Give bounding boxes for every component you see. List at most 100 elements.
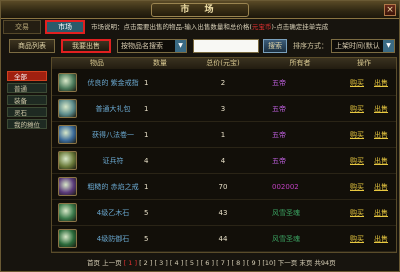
item-list-button[interactable]: 商品列表 [9,39,55,53]
chevron-down-icon: ▼ [175,40,186,52]
item-name: 优良的 紫金戒指 [87,79,139,87]
hint-text-before: 市场说明：点击需要出售的物品-输入出售数量和总价格( [91,23,252,31]
item-owner: 风雪圣魂 [272,209,300,217]
item-price: 4 [220,157,226,165]
toolbar: 商品列表 我要出售 按物品名搜索 ▼ 搜索 排序方式： 上架时间(默认 ▼ [3,37,397,55]
title-bar: 市 场 × [1,1,399,19]
jade-stone-icon [58,99,77,118]
header-item: 物品 [90,59,104,67]
blue-orb-icon [58,125,77,144]
sidebar-item-all[interactable]: 全部 [7,71,47,81]
header-op: 操作 [357,59,371,67]
hint-currency: 元宝币 [251,23,272,31]
pager-next[interactable]: 下一页 [278,259,298,267]
sidebar-item-normal[interactable]: 普通 [7,83,47,93]
item-name: 证兵符 [102,157,124,165]
item-qty: 5 [144,235,149,243]
market-hint: 市场说明：点击需要出售的物品-输入出售数量和总价格(元宝币)-点击确定挂单完成 [91,21,391,33]
table-row[interactable]: 4级防御石 5 44 风雪圣魂 购买 出售 [52,226,396,252]
green-book-icon [58,73,77,92]
sort-label: 排序方式： [293,42,328,50]
sidebar-item-equipment[interactable]: 装备 [7,95,47,105]
item-name: 4级防御石 [96,235,130,243]
item-qty: 1 [144,79,149,87]
buy-link[interactable]: 购买 [348,70,366,96]
table-row[interactable]: 优良的 紫金戒指 1 2 五帝 购买 出售 [52,70,396,96]
sell-button[interactable]: 我要出售 [61,39,111,53]
item-qty: 1 [144,105,149,113]
item-price: 44 [218,235,228,243]
scroll-icon [58,151,77,170]
header-price: 总价(元宝) [206,59,240,67]
tab-row: 交易 市场 市场说明：点击需要出售的物品-输入出售数量和总价格(元宝币)-点击确… [3,20,397,34]
pager-total: 共94页 [314,259,336,267]
pager-current[interactable]: [ 1 ] [124,259,137,267]
buy-link[interactable]: 购买 [348,174,366,200]
buy-link[interactable]: 购买 [348,148,366,174]
hint-text-after: )-点击确定挂单完成 [271,23,329,31]
item-owner: 002002 [272,183,299,191]
search-input[interactable] [193,39,259,53]
item-name: 4级乙木石 [96,209,130,217]
tab-market[interactable]: 市场 [45,20,85,34]
sell-link[interactable]: 出售 [372,70,390,96]
buy-link[interactable]: 购买 [348,96,366,122]
item-price: 3 [220,105,226,113]
item-owner: 五帝 [272,79,286,87]
table-row[interactable]: 4级乙木石 5 43 风雪圣魂 购买 出售 [52,200,396,226]
sell-link[interactable]: 出售 [372,122,390,148]
category-sidebar: 全部 普通 装备 灵石 我的摊位 [3,67,47,263]
item-qty: 1 [144,131,149,139]
table-row[interactable]: 获得八法卷一 1 1 五帝 购买 出售 [52,122,396,148]
sell-link[interactable]: 出售 [372,200,390,226]
sell-link[interactable]: 出售 [372,96,390,122]
window-title: 市 场 [151,3,249,17]
item-owner: 五帝 [272,131,286,139]
pager-pages[interactable]: [ 2 ] [ 3 ] [ 4 ] [ 5 ] [ 6 ] [ 7 ] [ 8 … [139,259,276,267]
item-qty: 5 [144,209,149,217]
buy-link[interactable]: 购买 [348,226,366,252]
item-owner: 五帝 [272,157,286,165]
item-qty: 1 [144,183,149,191]
search-mode-select[interactable]: 按物品名搜索 ▼ [117,39,187,53]
item-price: 1 [220,131,226,139]
pager-first[interactable]: 首页 [87,259,100,267]
sort-value: 上架时间(默认 [335,42,380,50]
item-price: 43 [218,209,228,217]
sell-link[interactable]: 出售 [372,174,390,200]
sidebar-item-my-stall[interactable]: 我的摊位 [7,119,47,129]
dragon-orb-icon [58,229,77,248]
dragon-orb-icon [58,203,77,222]
item-owner: 风雪圣魂 [272,235,300,243]
listing-table: 物品 数量 总价(元宝) 所有者 操作 优良的 紫金戒指 1 2 五帝 购买 出… [51,57,397,253]
close-icon[interactable]: × [384,4,396,16]
pagination: 首页 上一页 [ 1 ] [ 2 ] [ 3 ] [ 4 ] [ 5 ] [ 6… [87,257,397,269]
table-row[interactable]: 证兵符 4 4 五帝 购买 出售 [52,148,396,174]
tab-exchange[interactable]: 交易 [3,20,41,34]
header-qty: 数量 [153,59,167,67]
search-button[interactable]: 搜索 [263,39,287,53]
market-window: 市 场 × 交易 市场 市场说明：点击需要出售的物品-输入出售数量和总价格(元宝… [0,0,400,272]
sort-select[interactable]: 上架时间(默认 ▼ [331,39,395,53]
buy-link[interactable]: 购买 [348,122,366,148]
item-price: 70 [218,183,228,191]
chevron-down-icon: ▼ [383,40,394,52]
item-owner: 五帝 [272,105,286,113]
table-header: 物品 数量 总价(元宝) 所有者 操作 [52,58,396,69]
item-price: 2 [220,79,226,87]
pager-prev[interactable]: 上一页 [102,259,122,267]
ring-icon [58,177,77,196]
item-name: 获得八法卷一 [92,131,134,139]
search-mode-value: 按物品名搜索 [121,42,163,50]
table-row[interactable]: 普通大礼包 1 3 五帝 购买 出售 [52,96,396,122]
header-owner: 所有者 [289,59,311,67]
sell-link[interactable]: 出售 [372,226,390,252]
sell-link[interactable]: 出售 [372,148,390,174]
pager-last[interactable]: 末页 [299,259,312,267]
item-name: 普通大礼包 [95,105,131,113]
sidebar-item-spirit-stone[interactable]: 灵石 [7,107,47,117]
item-qty: 4 [144,157,149,165]
table-row[interactable]: 粗糙的 赤焰之戒 1 70 002002 购买 出售 [52,174,396,200]
buy-link[interactable]: 购买 [348,200,366,226]
item-name: 粗糙的 赤焰之戒 [87,183,139,191]
